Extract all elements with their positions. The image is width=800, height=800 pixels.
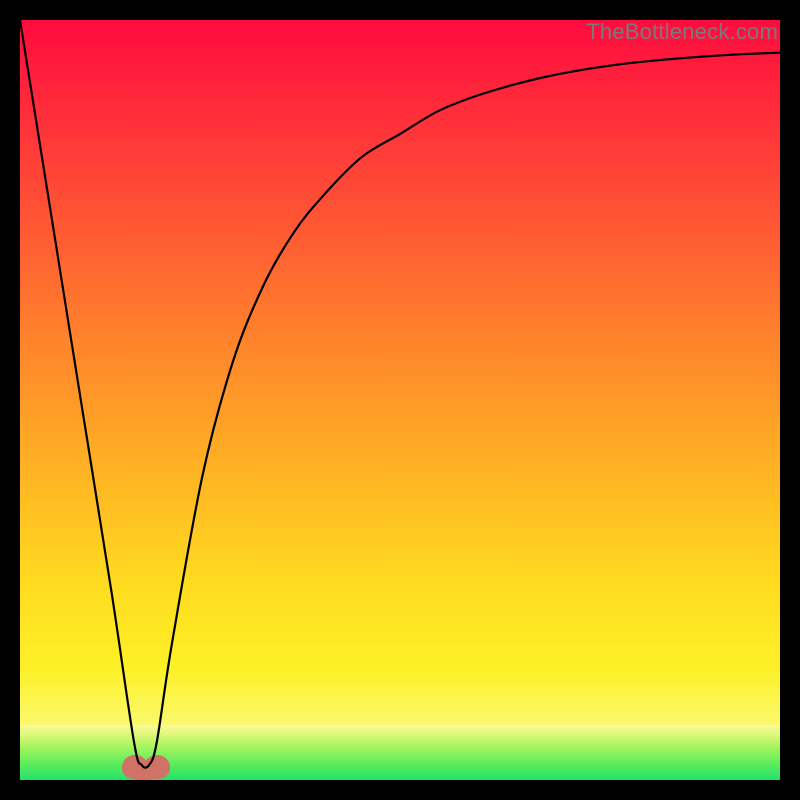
attribution-text: TheBottleneck.com	[586, 20, 778, 45]
chart-frame: TheBottleneck.com	[0, 0, 800, 800]
bottleneck-curve-path	[20, 20, 780, 768]
curve-svg	[20, 20, 780, 780]
plot-area: TheBottleneck.com	[20, 20, 780, 780]
